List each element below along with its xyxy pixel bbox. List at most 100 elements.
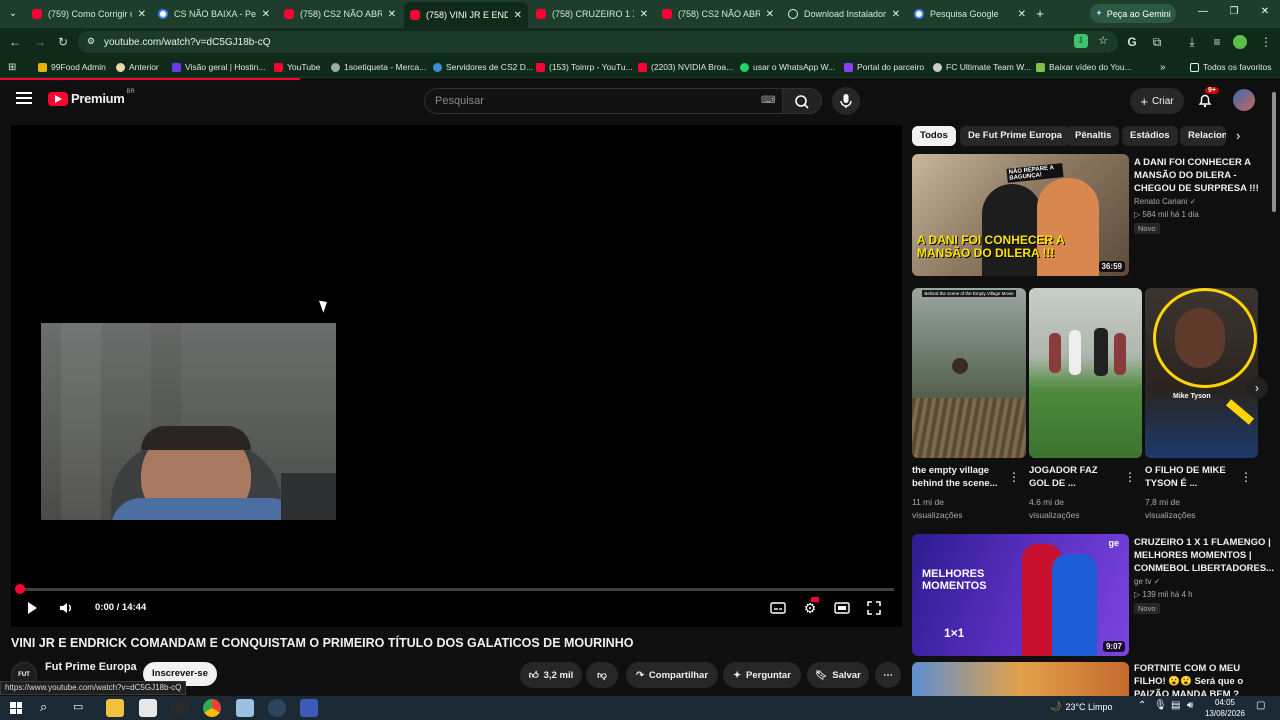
volume-button[interactable] <box>57 599 75 617</box>
close-icon[interactable]: ✕ <box>640 9 648 20</box>
theater-mode-button[interactable] <box>833 599 851 617</box>
ask-button[interactable]: ✦ Perguntar <box>723 662 801 688</box>
app-icon[interactable] <box>300 699 318 717</box>
notifications-button[interactable]: 9+ <box>1196 87 1219 109</box>
more-options-icon[interactable]: ⋮ <box>1240 470 1252 484</box>
windows-start-icon[interactable] <box>10 702 22 714</box>
more-actions-button[interactable]: ⋯ <box>875 662 901 688</box>
save-button[interactable]: 🔖︎ Salvar <box>807 662 869 688</box>
play-button[interactable] <box>23 599 41 617</box>
video-title[interactable]: FORTNITE COM O MEU FILHO! 😮😮 Será que o … <box>1134 662 1243 696</box>
more-options-icon[interactable]: ⋮ <box>1008 470 1020 484</box>
search-input[interactable]: Pesquisar ⌨ <box>424 88 782 114</box>
video-thumbnail[interactable]: NÃO REPARE A BAGUNÇA! A DANI FOI CONHECE… <box>912 154 1129 276</box>
seek-handle[interactable] <box>15 584 25 594</box>
address-bar[interactable]: ⚙ youtube.com/watch?v=dC5GJ18b-cQ ⇩ ☆ <box>78 31 1118 53</box>
tray-chevron-icon[interactable]: ⌃ <box>1138 700 1146 711</box>
tab-search-icon[interactable]: ⌄ <box>6 7 20 21</box>
menu-icon[interactable]: ⋮ <box>1258 34 1274 50</box>
task-view-icon[interactable]: ▭ <box>73 700 83 713</box>
short-thumbnail[interactable]: Mike Tyson <box>1145 288 1258 458</box>
chrome-icon[interactable] <box>203 699 221 717</box>
microphone-icon[interactable]: 🎙︎ <box>1154 700 1167 711</box>
network-icon[interactable]: ▤ <box>1171 700 1180 711</box>
channel-name[interactable]: Renato Cariani ✓ <box>1134 196 1196 208</box>
channel-name[interactable]: Fut Prime Europa <box>45 661 137 673</box>
bookmarks-overflow-icon[interactable]: » <box>1160 60 1166 74</box>
close-window-button[interactable]: ✕ <box>1258 6 1272 20</box>
extensions-icon[interactable]: ⧉ <box>1149 34 1165 50</box>
short-title[interactable]: the empty village behind the scene... <box>912 464 998 490</box>
bookmark-item[interactable]: (153) Toinrp - YouTu... <box>536 60 633 74</box>
bookmark-item[interactable]: FC Ultimate Team W... <box>933 60 1031 74</box>
bookmark-item[interactable]: 1soetiqueta - Merca... <box>331 60 426 74</box>
video-thumbnail[interactable] <box>912 662 1129 696</box>
gemini-button[interactable]: ✦ Peça ao Gemini <box>1090 4 1176 23</box>
video-title[interactable]: A DANI FOI CONHECER A MANSÃO DO DILERA -… <box>1134 156 1259 195</box>
reload-icon[interactable]: ↻ <box>55 34 71 50</box>
bookmark-item[interactable]: Visão geral | Hostin... <box>172 60 265 74</box>
hamburger-menu-icon[interactable] <box>16 92 32 106</box>
video-title[interactable]: CRUZEIRO 1 X 1 FLAMENGO | MELHORES MOMEN… <box>1134 536 1274 575</box>
close-icon[interactable]: ✕ <box>138 9 146 20</box>
all-bookmarks[interactable]: Todos os favoritos <box>1190 60 1272 74</box>
more-options-icon[interactable]: ⋮ <box>1124 470 1136 484</box>
browser-tab-active[interactable]: (758) VINI JR E ENDRI ✕ <box>404 2 528 28</box>
document-app-icon[interactable] <box>139 699 157 717</box>
download-icon[interactable]: ⤓ <box>1184 34 1200 50</box>
short-title[interactable]: JOGADOR FAZ GOL DE ... <box>1029 464 1098 490</box>
share-button[interactable]: ↷ Compartilhar <box>626 662 718 688</box>
install-app-icon[interactable]: ⇩ <box>1074 34 1088 48</box>
voice-search-button[interactable] <box>832 87 860 115</box>
steam-icon[interactable] <box>268 699 286 717</box>
browser-tab[interactable]: Download Instalador ✕ <box>782 4 906 24</box>
bookmark-item[interactable]: Portal do parceiro <box>844 60 924 74</box>
short-title[interactable]: O FILHO DE MIKE TYSON É ... <box>1145 464 1226 490</box>
site-info-icon[interactable]: ⚙ <box>87 36 95 47</box>
subtitles-button[interactable] <box>769 599 787 617</box>
browser-tab[interactable]: CS NÃO BAIXA - Pesq ✕ <box>152 4 276 24</box>
close-icon[interactable]: ✕ <box>262 9 270 20</box>
bookmark-item[interactable]: Baixar vídeo do You... <box>1036 60 1132 74</box>
shorts-next-button[interactable]: › <box>1246 377 1268 399</box>
notification-center-icon[interactable]: ▢ <box>1256 700 1265 711</box>
browser-tab[interactable]: Pesquisa Google ✕ <box>908 4 1032 24</box>
dislike-button[interactable]: 👎︎ <box>586 662 618 688</box>
obs-icon[interactable] <box>171 699 189 717</box>
close-icon[interactable]: ✕ <box>1018 9 1026 20</box>
restore-button[interactable]: ❐ <box>1227 6 1241 20</box>
media-controls-icon[interactable]: ≡ <box>1209 34 1225 50</box>
short-thumbnail[interactable] <box>1029 288 1142 458</box>
browser-tab[interactable]: (758) CRUZEIRO 1 X 1 ✕ <box>530 4 654 24</box>
short-thumbnail[interactable]: Behind the scene of the Empty Village Mo… <box>912 288 1026 458</box>
speaker-icon[interactable]: 🔊︎ <box>1187 700 1193 711</box>
seek-bar[interactable] <box>19 588 894 591</box>
bookmark-item[interactable]: Anterior <box>116 60 159 74</box>
close-icon[interactable]: ✕ <box>388 9 396 20</box>
browser-tab[interactable]: (758) CS2 NÃO ABRE ✕ <box>278 4 402 24</box>
remote-desktop-icon[interactable] <box>236 699 254 717</box>
chips-next-icon[interactable]: › <box>1236 128 1240 143</box>
youtube-logo[interactable]: Premium BR <box>48 89 135 106</box>
browser-tab[interactable]: (759) Como Corrigir o ✕ <box>26 4 152 24</box>
google-lens-icon[interactable]: G <box>1124 34 1140 50</box>
bookmark-item[interactable]: usar o WhatsApp W... <box>740 60 835 74</box>
browser-tab[interactable]: (758) CS2 NÃO ABRE ✕ <box>656 4 780 24</box>
settings-button[interactable]: ⚙ <box>801 597 819 617</box>
bookmark-item[interactable]: YouTube <box>274 60 320 74</box>
bookmark-item[interactable]: (2203) NVIDIA Broa... <box>638 60 733 74</box>
file-explorer-icon[interactable] <box>106 699 124 717</box>
fullscreen-button[interactable] <box>865 599 883 617</box>
chip-channel[interactable]: De Fut Prime Europa <box>960 126 1070 146</box>
weather-widget[interactable]: 🌙︎ 23°C Limpo <box>1050 701 1113 712</box>
close-icon[interactable]: ✕ <box>892 9 900 20</box>
search-button[interactable] <box>782 88 822 114</box>
back-icon[interactable]: ← <box>7 34 23 50</box>
chip-relacionados[interactable]: Relacion <box>1180 126 1226 146</box>
close-icon[interactable]: ✕ <box>766 9 774 20</box>
apps-icon[interactable]: ⊞ <box>8 60 16 74</box>
like-button[interactable]: 👍︎ 3,2 mil <box>520 662 582 688</box>
close-icon[interactable]: ✕ <box>514 10 522 21</box>
video-player[interactable]: 0:00 / 14:44 ⚙ <box>11 125 902 627</box>
profile-icon[interactable] <box>1233 35 1247 49</box>
